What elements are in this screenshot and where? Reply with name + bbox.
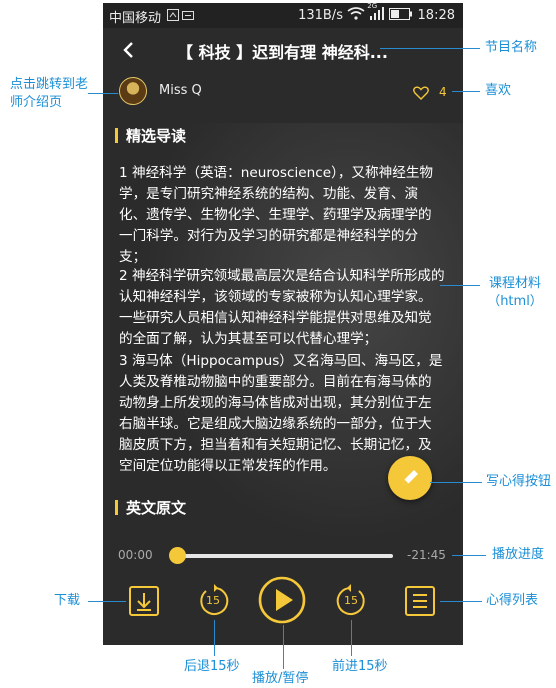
- phone-screen: 中国移动 131B/s 2G 18:28 【 科技 】迟到有理 神经科... M: [103, 3, 463, 645]
- elapsed-time: 00:00: [118, 548, 153, 562]
- ann-like: 喜欢: [485, 83, 512, 98]
- ann-line-teacher: [88, 93, 118, 94]
- ann-line-play: [283, 625, 284, 669]
- section-guide: 精选导读: [115, 125, 186, 146]
- network-type: 2G: [367, 3, 378, 10]
- progress-track[interactable]: [175, 554, 393, 558]
- section-guide-title: 精选导读: [126, 127, 187, 145]
- ann-line-title: [380, 48, 480, 49]
- ann-line-download: [88, 601, 126, 602]
- ann-line-forward: [351, 620, 352, 656]
- play-icon: [258, 576, 306, 624]
- top-bar: 【 科技 】迟到有理 神经科...: [103, 28, 463, 73]
- ann-progress: 播放进度: [492, 547, 545, 562]
- ann-teacher-link: 点击跳转到老师介绍页: [10, 77, 89, 110]
- play-pause-button[interactable]: [258, 576, 306, 628]
- ann-line-material: [440, 285, 480, 286]
- ann-course-material: 课程材料（html）: [487, 276, 543, 309]
- pencil-icon: [403, 470, 418, 485]
- download-icon: [129, 586, 159, 616]
- paragraph-1: 1 神经科学（英语：neuroscience），又称神经生物学，是专门研究神经系…: [119, 165, 434, 265]
- clock: 18:28: [417, 8, 455, 23]
- rewind-seconds: 15: [206, 594, 220, 607]
- ann-program-name: 节目名称: [485, 40, 538, 55]
- rewind-15-button[interactable]: 15: [197, 584, 231, 618]
- ann-line-notes: [440, 601, 482, 602]
- teacher-avatar[interactable]: [119, 77, 147, 105]
- ann-play-pause: 播放/暂停: [252, 671, 309, 686]
- ann-line-progress: [452, 555, 486, 556]
- wifi-icon: [347, 7, 365, 24]
- section-original-title: 英文原文: [126, 499, 187, 517]
- signal-icon: 2G: [367, 3, 385, 24]
- section-original: 英文原文: [115, 497, 186, 518]
- forward-15-button[interactable]: 15: [334, 584, 368, 618]
- program-title: 【 科技 】迟到有理 神经科...: [177, 43, 388, 62]
- status-right: 131B/s 2G 18:28: [298, 3, 455, 24]
- heart-icon[interactable]: [413, 85, 429, 100]
- ann-rewind: 后退15秒: [184, 659, 240, 674]
- remaining-time: -21:45: [407, 548, 446, 562]
- notes-list-button[interactable]: [405, 586, 435, 620]
- ann-write-notes: 写心得按钮: [486, 474, 552, 489]
- sim-icon: [167, 9, 195, 25]
- teacher-name[interactable]: Miss Q: [159, 83, 202, 98]
- like-count: 4: [439, 85, 447, 99]
- progress-knob[interactable]: [169, 547, 186, 564]
- ann-line-pen: [430, 482, 482, 483]
- ann-forward: 前进15秒: [332, 659, 388, 674]
- section-bar: [115, 500, 118, 515]
- ann-notes-list: 心得列表: [486, 593, 539, 608]
- notes-list-icon: [405, 586, 435, 616]
- data-speed: 131B/s: [298, 8, 343, 23]
- ann-line-rewind: [214, 620, 215, 656]
- download-button[interactable]: [129, 586, 159, 620]
- ann-line-like: [452, 91, 480, 92]
- battery-icon: [389, 7, 413, 24]
- author-row: Miss Q 4: [103, 75, 463, 111]
- ann-download: 下载: [54, 593, 81, 608]
- forward-seconds: 15: [344, 594, 358, 607]
- section-bar: [115, 128, 118, 143]
- status-bar: 中国移动 131B/s 2G 18:28: [103, 3, 463, 28]
- carrier-label: 中国移动: [109, 11, 162, 26]
- back-arrow-icon[interactable]: [117, 36, 141, 64]
- write-notes-button[interactable]: [388, 456, 432, 500]
- paragraph-2: 2 神经科学研究领域最高层次是结合认知科学所形成的认知神经科学，该领域的专家被称…: [119, 268, 445, 347]
